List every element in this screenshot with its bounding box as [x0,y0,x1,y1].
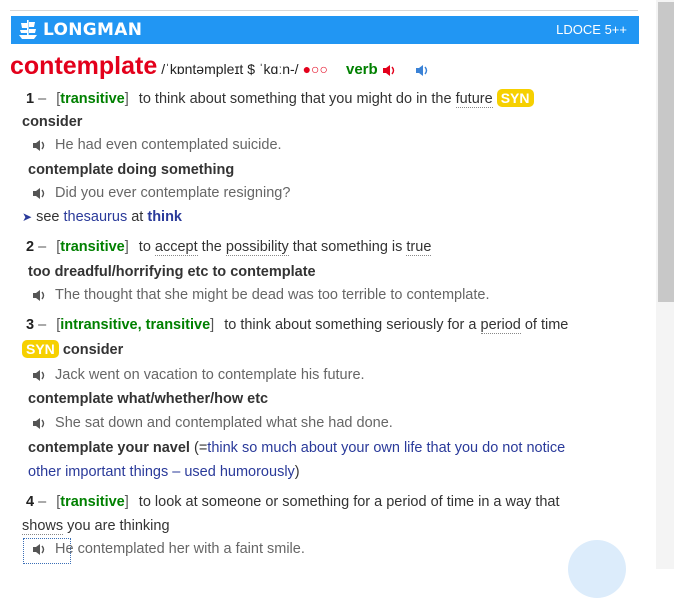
syn-badge: SYN [496,89,534,107]
headword-line: contemplate /ˈkɒntəmpleɪt $ ˈkɑːn-/ ●○○ … [10,52,430,81]
def-link[interactable]: possibility [225,239,289,256]
speaker-icon[interactable] [32,543,47,556]
grammar-close: ] [124,239,129,255]
idiom-gloss: think so much about your own life that y… [207,440,566,456]
syn-badge: SYN [22,340,59,358]
pattern: too dreadful/horrifying etc to contempla… [28,264,316,280]
definition-text: to look at someone or something for a pe… [138,494,560,510]
speaker-icon[interactable] [32,417,47,430]
frequency-marker: ●○○ [302,61,328,77]
synonym[interactable]: consider [63,342,123,358]
def-part: the [197,239,226,255]
speaker-icon[interactable] [32,187,47,200]
sense-4-definition: 4 – [transitive] to look at someone or s… [26,494,560,510]
def-link[interactable]: shows [22,518,64,535]
idiom-open: (= [194,440,208,456]
grammar-code: intransitive, transitive [60,317,211,333]
example-text: He had even contemplated suicide. [55,137,282,153]
sense-1-definition: 1 – [transitive] to think about somethin… [26,89,534,108]
def-link[interactable]: true [406,239,432,256]
sense-dash: – [38,494,47,510]
part-of-speech: verb [346,61,378,78]
def-part: to [138,239,155,255]
pattern: contemplate what/whether/how etc [28,391,269,407]
see-prefix: see [36,209,60,225]
definition-text: to think about something that you might … [138,91,456,107]
grammar-close: ] [124,494,129,510]
sense-dash: – [38,317,47,333]
grammar-code: transitive [60,91,125,107]
sense-number: 3 [26,317,35,333]
arrow-icon: ➤ [22,210,33,224]
def-link[interactable]: accept [154,239,198,256]
definition-continued: shows you are thinking [22,518,170,535]
headword: contemplate [10,52,158,80]
example-row: Jack went on vacation to contemplate his… [32,367,365,383]
sense-dash: – [38,91,47,107]
example-text: She sat down and contemplated what she h… [55,415,393,431]
idiom-close: ) [294,464,300,480]
sense-3-definition: 3 – [intransitive, transitive] to think … [26,317,569,334]
example-text: Did you ever contemplate resigning? [55,185,291,201]
example-row: He contemplated her with a faint smile. [32,541,305,557]
sense-number: 4 [26,494,35,510]
synonym[interactable]: consider [22,114,82,130]
speaker-icon[interactable] [32,369,47,382]
speaker-icon[interactable] [32,139,47,152]
idiom-row: contemplate your navel (=think so much a… [28,440,565,456]
sense-dash: – [38,239,47,255]
pattern: contemplate doing something [28,162,235,178]
see-thesaurus-row: ➤ see thesaurus at think [22,209,182,225]
idiom-gloss: other important things – used humorously [28,464,295,480]
grammar-close: ] [210,317,215,333]
think-link[interactable]: think [147,209,182,225]
synonym-row: SYN consider [22,340,123,358]
back-to-top-button[interactable] [568,540,626,598]
sense-number: 1 [26,91,35,107]
grammar-close: ] [124,91,129,107]
see-at: at [131,209,144,225]
scrollbar-thumb[interactable] [658,2,674,302]
thesaurus-link[interactable]: thesaurus [64,209,128,225]
idiom-row-2: other important things – used humorously… [28,464,300,480]
def-part: to think about something seriously for a [224,317,481,333]
def-link[interactable]: period [480,317,521,334]
example-row: She sat down and contemplated what she h… [32,415,393,431]
example-text: He contemplated her with a faint smile. [55,541,305,557]
pronunciation: /ˈkɒntəmpleɪt $ ˈkɑːn-/ [161,61,299,77]
example-row: He had even contemplated suicide. [32,137,282,153]
grammar-code: transitive [60,494,125,510]
def-part: that something is [288,239,407,255]
def-part: you are thinking [63,518,170,534]
speaker-icon[interactable] [32,289,47,302]
grammar-code: transitive [60,239,125,255]
speaker-red-icon[interactable] [382,64,397,77]
example-text: The thought that she might be dead was t… [55,287,490,303]
sense-2-definition: 2 – [transitive] to accept the possibili… [26,239,432,256]
example-row: The thought that she might be dead was t… [32,287,490,303]
entry-content: contemplate /ˈkɒntəmpleɪt $ ˈkɑːn-/ ●○○ … [0,0,656,598]
example-text: Jack went on vacation to contemplate his… [55,367,365,383]
def-part: of time [520,317,569,333]
idiom: contemplate your navel [28,440,190,456]
speaker-blue-icon[interactable] [415,64,430,77]
sense-number: 2 [26,239,35,255]
definition-link[interactable]: future [455,91,493,108]
example-row: Did you ever contemplate resigning? [32,185,290,201]
